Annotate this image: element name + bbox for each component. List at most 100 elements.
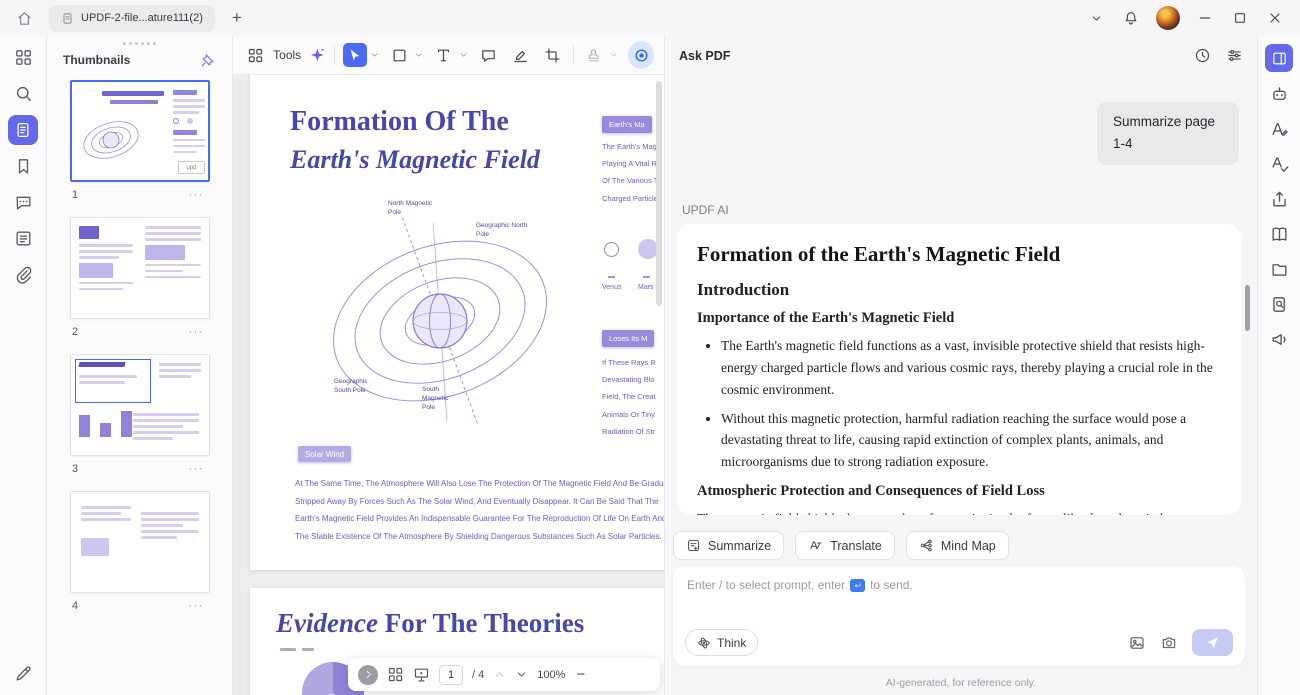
thumbnail-page-1[interactable]: upd 1 ··· (70, 80, 210, 208)
thumbnail-page-4[interactable]: 4 ··· (70, 491, 210, 619)
document-title-line1: Formation Of The (290, 106, 509, 137)
ai-card-scrollbar[interactable] (1245, 285, 1250, 331)
thumbnail-more-button[interactable]: ··· (189, 463, 205, 475)
shape-tool-button[interactable] (387, 43, 411, 67)
ai-robot-icon[interactable] (1270, 85, 1289, 104)
add-image-icon[interactable] (1128, 634, 1146, 652)
document-search-icon[interactable] (1270, 295, 1289, 314)
ai-response-subheading-importance: Importance of the Earth's Magnetic Field (697, 310, 955, 326)
rectangle-icon (393, 49, 406, 61)
thumbnails-panel-button[interactable] (8, 115, 38, 145)
pdf-page-1: Formation Of The Earth's Magnetic Field (250, 75, 664, 570)
venus-label: Venus (602, 284, 622, 291)
thumbnail-more-button[interactable]: ··· (189, 600, 205, 612)
panel-toggle-button[interactable] (1265, 44, 1293, 72)
titlebar-dropdown-button[interactable] (1081, 4, 1111, 32)
think-toggle-button[interactable]: Think (685, 629, 759, 656)
thumbnail-more-button[interactable]: ··· (189, 189, 205, 201)
history-icon[interactable] (1194, 47, 1211, 64)
highlighter-tool-button[interactable] (508, 43, 532, 67)
close-icon (1270, 13, 1280, 23)
document-title: Formation Of The Earth's Magnetic Field (290, 106, 540, 175)
crop-icon (545, 48, 560, 62)
folder-icon[interactable] (1270, 260, 1289, 279)
zoom-level[interactable]: 100% (537, 669, 565, 681)
text-edit-icon[interactable] (1270, 120, 1289, 139)
thumbnail-page-number: 2 (72, 326, 79, 338)
select-tool-button[interactable] (342, 43, 367, 67)
megaphone-icon[interactable] (1270, 330, 1289, 349)
text-tool-button[interactable] (432, 43, 456, 67)
thumbnails-panel: Thumbnails upd 1 ··· 2 ··· 3 ··· 4 ··· (47, 36, 233, 695)
chevron-down-icon[interactable] (414, 50, 423, 60)
thumbnail-more-button[interactable]: ··· (189, 326, 205, 338)
pin-icon[interactable] (200, 52, 216, 68)
planets-figure: Venus Mars (600, 236, 664, 300)
screenshot-camera-icon[interactable] (1160, 634, 1178, 652)
pencil-icon[interactable] (14, 664, 33, 683)
ai-input-placeholder: Enter / to select prompt, enter to send. (687, 578, 913, 592)
settings-sliders-icon[interactable] (1226, 47, 1243, 64)
thumbnail-page-2[interactable]: 2 ··· (70, 217, 210, 345)
close-button[interactable] (1260, 4, 1290, 32)
notifications-button[interactable] (1116, 4, 1146, 32)
thumbnail-page-3[interactable]: 3 ··· (70, 354, 210, 482)
send-button[interactable] (1192, 629, 1233, 656)
minimize-button[interactable] (1190, 4, 1220, 32)
maximize-button[interactable] (1225, 4, 1255, 32)
tools-label: Tools (273, 48, 302, 62)
document-tab[interactable]: UPDF-2-file...ature111(2) (49, 4, 215, 32)
reader-book-icon[interactable] (1270, 225, 1289, 244)
doc-side-text-2: If These Rays R Devastating Blo Field, T… (602, 358, 656, 436)
search-icon[interactable] (14, 84, 33, 103)
ask-pdf-panel: Ask PDF Summarize page 1-4 UPDF AI Forma… (664, 36, 1257, 695)
pdf-scroll-area[interactable]: Formation Of The Earth's Magnetic Field (233, 75, 664, 695)
previous-page-button[interactable] (493, 668, 506, 681)
ask-pdf-toggle-button[interactable] (628, 41, 655, 69)
ai-sparkle-icon[interactable] (309, 46, 326, 64)
summarize-button[interactable]: Summarize (673, 531, 785, 560)
toolbar-divider (572, 46, 574, 64)
summarize-icon (687, 539, 700, 552)
label-south-magnetic-pole: South Magnetic Pole (422, 386, 449, 412)
presentation-icon[interactable] (413, 666, 430, 683)
next-page-button[interactable] (515, 668, 528, 681)
apps-grid-icon[interactable] (14, 48, 33, 67)
chevron-down-icon[interactable] (459, 50, 468, 60)
notes-icon[interactable] (14, 229, 33, 248)
ai-bullet: The Earth's magnetic field functions as … (721, 335, 1221, 401)
ai-response-subheading-atmospheric: Atmospheric Protection and Consequences … (697, 483, 1045, 500)
export-icon[interactable] (1270, 190, 1289, 209)
chevron-down-icon[interactable] (609, 50, 618, 60)
tools-grid-icon (248, 48, 262, 62)
stamp-tool-button[interactable] (582, 43, 606, 67)
new-tab-button[interactable]: + (225, 8, 249, 28)
ai-input-area[interactable]: Enter / to select prompt, enter to send.… (673, 566, 1245, 666)
page-number-input[interactable]: 1 (439, 664, 463, 685)
send-plane-icon (1207, 637, 1218, 649)
left-sidebar (0, 36, 47, 695)
maximize-icon (1235, 13, 1245, 23)
ai-disclaimer: AI-generated, for reference only. (885, 677, 1037, 689)
ai-quick-actions: Summarize Translate Mind Map (673, 531, 1009, 560)
pdf-scrollbar[interactable] (656, 81, 662, 306)
chevron-down-icon[interactable] (370, 50, 379, 60)
collapse-pager-button[interactable] (358, 664, 378, 685)
spell-check-icon[interactable] (1270, 155, 1289, 174)
mind-map-button[interactable]: Mind Map (905, 531, 1009, 560)
comments-icon[interactable] (14, 193, 33, 212)
zoom-out-button[interactable]: − (576, 666, 585, 683)
translate-button[interactable]: Translate (795, 531, 895, 560)
bookmark-icon[interactable] (14, 157, 33, 176)
tools-button[interactable] (243, 43, 267, 67)
attachment-icon[interactable] (14, 265, 33, 284)
crop-tool-button[interactable] (540, 43, 564, 67)
grid-view-icon[interactable] (387, 666, 404, 683)
home-icon[interactable] (16, 10, 33, 27)
user-avatar[interactable] (1156, 6, 1180, 30)
panel-drag-handle[interactable] (47, 36, 232, 46)
cursor-icon (350, 48, 360, 60)
think-atom-icon (698, 637, 710, 648)
mini-field-diagram (83, 121, 139, 159)
comment-tool-button[interactable] (476, 43, 500, 67)
